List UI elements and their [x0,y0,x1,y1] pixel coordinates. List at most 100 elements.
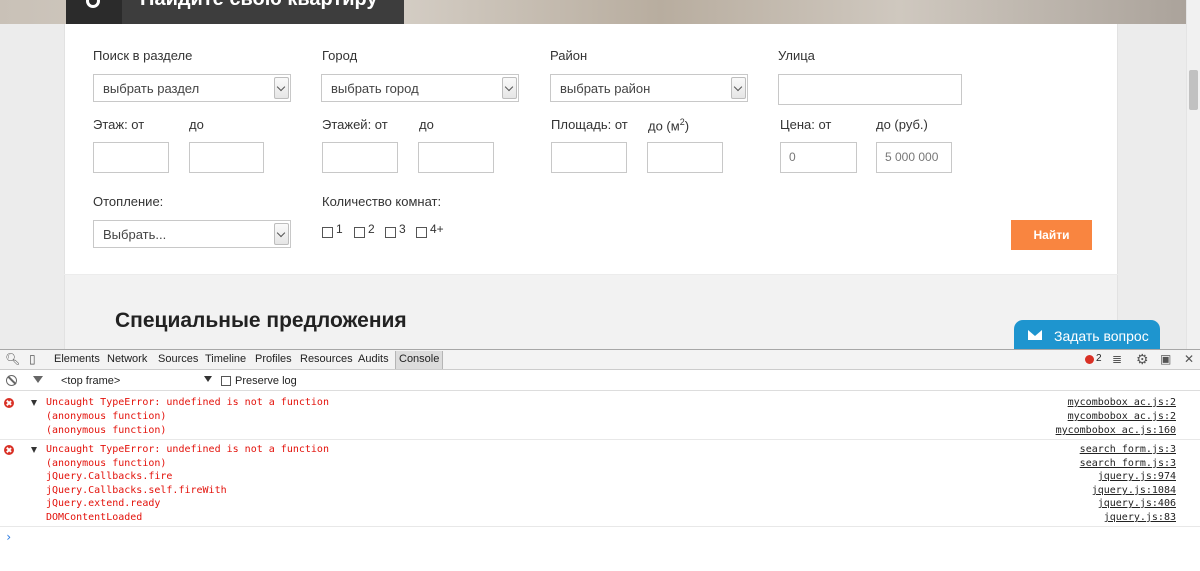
ask-question-label: Задать вопрос [1054,328,1149,344]
page-scrollbar-thumb[interactable] [1189,70,1198,110]
hero-banner: Найдите свою квартиру [0,0,1200,24]
street-label: Улица [778,48,815,63]
chevron-down-icon [731,77,746,99]
preserve-log-label: Preserve log [235,375,297,387]
console-prompt[interactable]: › [5,530,12,544]
rooms-label: Количество комнат: [322,194,442,209]
expand-triangle-icon[interactable] [31,447,37,453]
city-select-value: выбрать город [331,81,419,96]
console-filter-bar: <top frame> Preserve log [0,371,1200,391]
source-link[interactable]: search form.js:3 [1080,444,1176,455]
hero-search-box[interactable] [66,0,122,24]
special-offers-section: Специальные предложения [64,275,1118,349]
error-count[interactable]: 2 [1096,353,1102,364]
console-line: (anonymous function) [46,458,167,469]
source-link[interactable]: mycombobox ac.js:160 [1056,425,1176,436]
section-select[interactable]: выбрать раздел [93,74,291,102]
source-link[interactable]: mycombobox ac.js:2 [1068,411,1176,422]
section-label: Поиск в разделе [93,48,193,63]
console-line: (anonymous function) [46,411,167,422]
floors-from-label: Этажей: от [322,117,388,132]
preserve-log-checkbox[interactable] [221,376,231,386]
hero-title: Найдите свою квартиру [140,0,378,11]
source-link[interactable]: mycombobox ac.js:2 [1068,397,1176,408]
console-line: (anonymous function) [46,425,167,436]
inspect-icon[interactable]: 🔍︎ [5,352,20,366]
devtools-panel: 🔍︎ ▯ Elements Network Sources Timeline P… [0,349,1200,571]
rooms-1-label: 1 [336,222,343,236]
tab-resources[interactable]: Resources [300,353,353,365]
search-form-panel: Поиск в разделе Город Район Улица выбрат… [64,24,1118,274]
tab-elements[interactable]: Elements [54,353,100,365]
source-link[interactable]: jquery.js:406 [1098,498,1176,509]
price-to-input[interactable]: 5 000 000 [876,142,952,173]
filter-icon[interactable] [33,376,43,383]
gear-icon[interactable]: ⚙ [1136,351,1149,368]
price-from-label: Цена: от [780,117,832,132]
street-input[interactable] [778,74,962,105]
console-line: jQuery.Callbacks.fire [46,471,173,482]
console-message: Uncaught TypeError: undefined is not a f… [0,441,1200,527]
frame-select[interactable]: <top frame> [61,375,120,387]
page-viewport: Найдите свою квартиру Поиск в разделе Го… [0,0,1200,349]
console-line: Uncaught TypeError: undefined is not a f… [46,397,329,408]
floor-to-input[interactable] [189,142,264,173]
dock-icon[interactable]: ▣ [1160,352,1171,366]
error-count-icon[interactable] [1085,355,1094,364]
rooms-4-checkbox[interactable] [416,227,427,238]
district-select[interactable]: выбрать район [550,74,748,102]
console-line: Uncaught TypeError: undefined is not a f… [46,444,329,455]
heating-select[interactable]: Выбрать... [93,220,291,248]
tab-network[interactable]: Network [107,353,147,365]
rooms-4-label: 4+ [430,222,444,236]
area-to-text: до (м [648,118,680,134]
console-drawer-icon[interactable]: ≣ [1112,352,1122,366]
rooms-3-checkbox[interactable] [385,227,396,238]
chevron-down-icon [274,223,289,245]
tab-console[interactable]: Console [395,351,444,369]
floor-from-input[interactable] [93,142,169,173]
chevron-down-icon [274,77,289,99]
expand-triangle-icon[interactable] [31,400,37,406]
error-icon [4,445,14,455]
close-icon[interactable]: ✕ [1184,352,1194,366]
price-from-input[interactable]: 0 [780,142,857,173]
source-link[interactable]: search form.js:3 [1080,458,1176,469]
chevron-down-icon[interactable] [204,376,212,382]
section-select-value: выбрать раздел [103,81,200,96]
device-mode-icon[interactable]: ▯ [29,352,36,366]
tab-audits[interactable]: Audits [358,353,389,365]
city-select[interactable]: выбрать город [321,74,519,102]
rooms-2-label: 2 [368,222,375,236]
source-link[interactable]: jquery.js:1084 [1092,485,1176,496]
floors-to-input[interactable] [418,142,494,173]
hero-title-box: Найдите свою квартиру [122,0,404,24]
find-button[interactable]: Найти [1011,220,1092,250]
area-from-input[interactable] [551,142,627,173]
tab-profiles[interactable]: Profiles [255,353,292,365]
floor-to-label: до [189,117,204,132]
ask-question-button[interactable]: Задать вопрос [1014,320,1160,349]
source-link[interactable]: jquery.js:974 [1098,471,1176,482]
floors-to-label: до [419,117,434,132]
clear-console-icon[interactable] [6,375,17,386]
special-offers-heading: Специальные предложения [115,309,407,332]
area-to-input[interactable] [647,142,723,173]
chevron-down-icon [502,77,517,99]
area-to-close: ) [684,118,690,134]
source-link[interactable]: jquery.js:83 [1104,512,1176,523]
tab-sources[interactable]: Sources [158,353,198,365]
rooms-3-label: 3 [399,222,406,236]
console-line: DOMContentLoaded [46,512,143,523]
floors-from-input[interactable] [322,142,398,173]
search-icon [86,0,100,8]
devtools-toolbar: 🔍︎ ▯ Elements Network Sources Timeline P… [0,350,1200,370]
rooms-1-checkbox[interactable] [322,227,333,238]
rooms-2-checkbox[interactable] [354,227,365,238]
console-line: jQuery.extend.ready [46,498,161,509]
mail-icon [1028,330,1042,340]
tab-timeline[interactable]: Timeline [205,353,246,365]
price-to-label: до (руб.) [876,117,928,132]
area-to-label: до (м2) [648,117,689,133]
page-scrollbar[interactable] [1186,0,1200,349]
